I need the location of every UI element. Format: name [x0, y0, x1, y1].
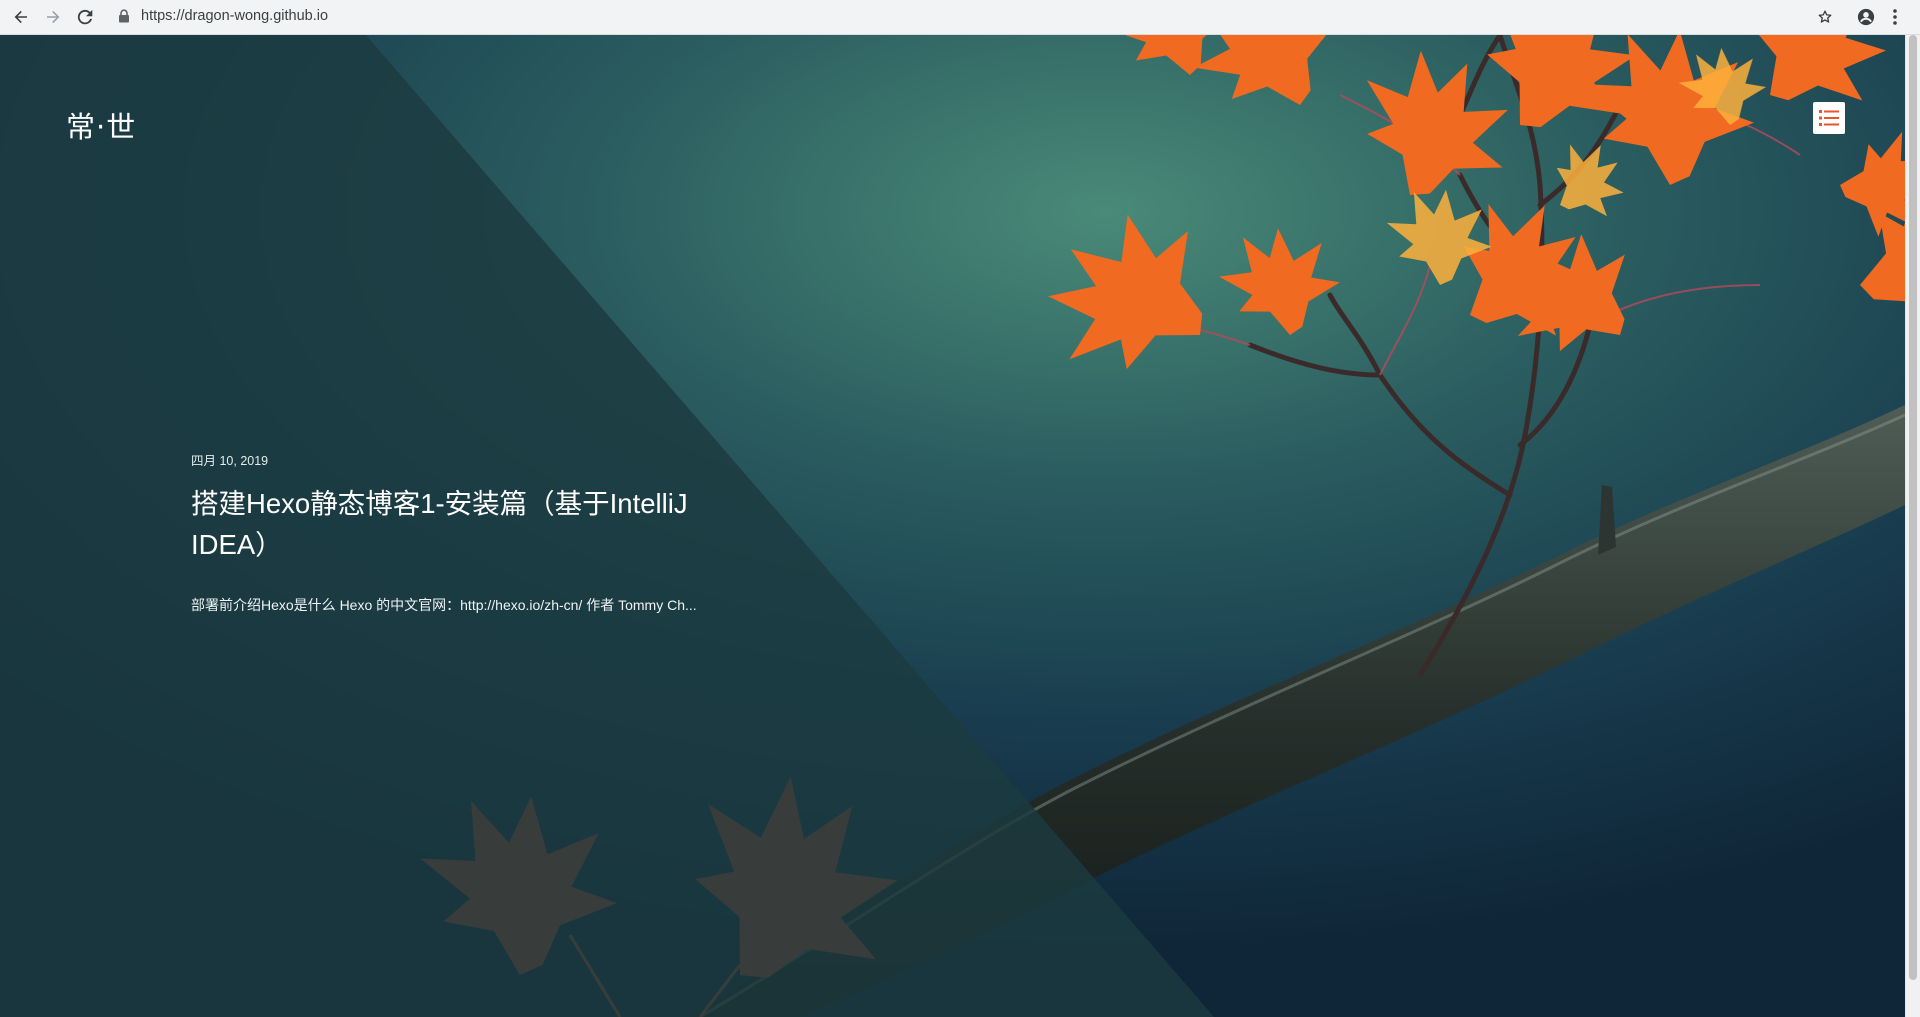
forward-button[interactable] [40, 4, 66, 30]
page-scrollbar[interactable] [1905, 35, 1920, 1017]
kebab-menu-icon [1893, 9, 1897, 25]
list-menu-icon [1819, 110, 1839, 126]
bookmark-button[interactable] [1812, 4, 1838, 30]
back-arrow-icon [14, 10, 27, 24]
reload-button[interactable] [72, 4, 98, 30]
site-logo[interactable]: 常·世 [66, 104, 136, 146]
browser-menu-button[interactable] [1885, 4, 1905, 30]
account-icon [1857, 8, 1875, 26]
page-viewport: 常·世 四月 10, 2019 搭建Hexo静态博客1-安装篇（基于Intell… [0, 35, 1905, 1017]
reload-icon [77, 9, 93, 25]
post-title[interactable]: 搭建Hexo静态博客1-安装篇（基于IntelliJ IDEA） [191, 483, 751, 565]
browser-toolbar: https://dragon-wong.github.io [0, 0, 1920, 35]
account-button[interactable] [1853, 4, 1879, 30]
site-menu-button[interactable] [1813, 102, 1845, 134]
lock-icon [118, 9, 130, 28]
address-bar-url[interactable]: https://dragon-wong.github.io [141, 8, 328, 24]
scrollbar-thumb[interactable] [1909, 35, 1917, 980]
back-button[interactable] [8, 4, 34, 30]
forward-arrow-icon [47, 10, 60, 24]
post-date: 四月 10, 2019 [191, 454, 269, 468]
post-excerpt: 部署前介绍Hexo是什么 Hexo 的中文官网：http://hexo.io/z… [191, 597, 697, 613]
bookmark-star-icon [1818, 10, 1832, 23]
